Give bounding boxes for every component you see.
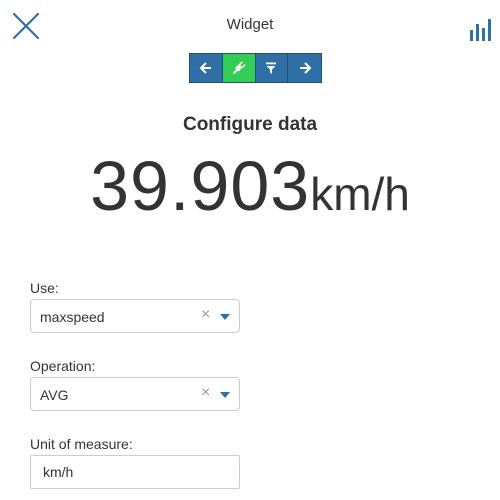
metric-unit: km/h	[310, 168, 410, 220]
metric-value: 39.903	[90, 147, 311, 225]
use-select-value: maxspeed	[40, 309, 105, 325]
section-title: Configure data	[182, 114, 318, 135]
arrow-left-icon	[199, 62, 211, 74]
clear-icon[interactable]: ×	[201, 384, 210, 402]
chart-button[interactable]	[468, 16, 496, 44]
use-label: Use:	[30, 280, 59, 296]
value-display: 39.903km/h	[0, 146, 500, 226]
unit-label: Unit of measure:	[30, 436, 133, 452]
filter-icon	[266, 62, 277, 74]
next-step-button[interactable]	[288, 54, 321, 82]
previous-step-button[interactable]	[190, 54, 223, 82]
arrow-right-icon	[299, 62, 312, 74]
use-select[interactable]: maxspeed ×	[30, 299, 240, 333]
plug-icon	[232, 61, 246, 74]
chevron-down-icon[interactable]	[220, 314, 230, 320]
data-source-step-button[interactable]	[222, 54, 256, 82]
filter-step-button[interactable]	[255, 54, 289, 82]
bar-chart-icon	[470, 19, 491, 41]
header: Widget	[0, 0, 500, 50]
operation-label: Operation:	[30, 358, 96, 374]
wizard-stepper	[189, 53, 322, 83]
unit-input[interactable]	[30, 455, 240, 489]
clear-icon[interactable]: ×	[201, 306, 210, 324]
operation-select-value: AVG	[40, 387, 69, 403]
operation-select[interactable]: AVG ×	[30, 377, 240, 411]
widget-title: Widget	[226, 16, 274, 33]
chevron-down-icon[interactable]	[220, 392, 230, 398]
